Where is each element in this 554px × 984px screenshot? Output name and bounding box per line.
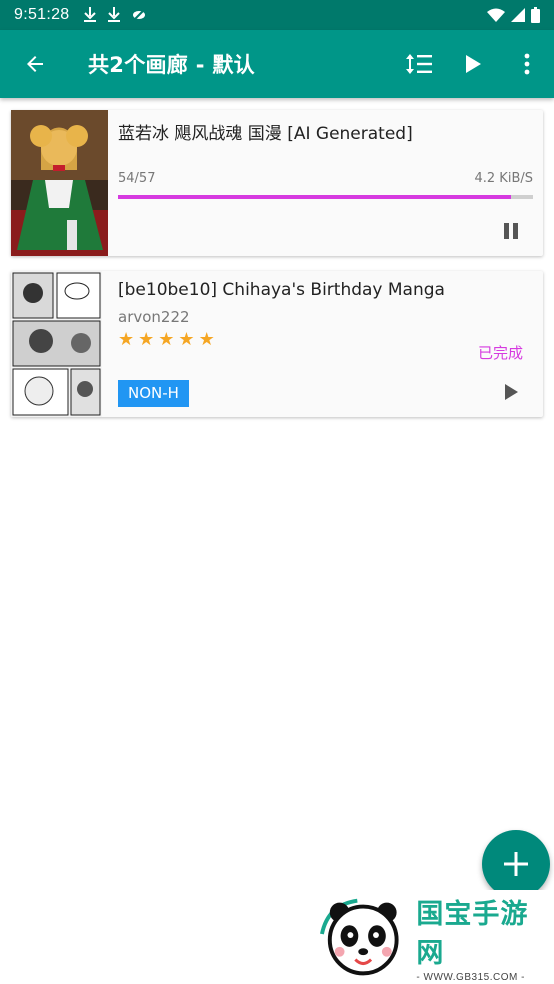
back-arrow-icon bbox=[27, 56, 43, 72]
watermark-url: - WWW.GB315.COM - bbox=[416, 971, 525, 983]
panda-logo-icon bbox=[320, 898, 399, 976]
watermark-name: 国宝手游网 bbox=[416, 898, 529, 969]
page-title: 共2个画廊 - 默认 bbox=[88, 53, 255, 77]
download-progress-bar bbox=[118, 195, 533, 199]
category-badge: NON-H bbox=[118, 380, 189, 407]
pause-button[interactable] bbox=[489, 214, 533, 248]
more-options-button[interactable] bbox=[500, 30, 554, 98]
start-button[interactable] bbox=[489, 375, 533, 409]
star-icon: ★ bbox=[138, 329, 155, 350]
more-vert-icon bbox=[524, 53, 530, 75]
download-item[interactable]: [be10be10] Chihaya's Birthday Manga arvo… bbox=[11, 271, 543, 417]
star-icon: ★ bbox=[158, 329, 175, 350]
wifi-icon bbox=[487, 8, 505, 22]
download-done-icon bbox=[84, 7, 97, 22]
star-icon: ★ bbox=[118, 329, 135, 350]
add-icon bbox=[504, 852, 528, 876]
pause-icon bbox=[504, 223, 518, 239]
star-icon: ★ bbox=[198, 329, 215, 350]
status-bar: 9:51:28 bbox=[0, 0, 554, 30]
gallery-title: 蓝若冰 飓风战魂 国漫 [AI Generated] bbox=[118, 124, 413, 144]
battery-icon bbox=[531, 7, 540, 23]
download-speed: 4.2 KiB/S bbox=[474, 171, 534, 186]
gallery-uploader: arvon222 bbox=[118, 308, 190, 326]
status-time: 9:51:28 bbox=[14, 6, 70, 23]
start-all-button[interactable] bbox=[446, 30, 500, 98]
gallery-title: [be10be10] Chihaya's Birthday Manga bbox=[118, 280, 445, 300]
download-icon bbox=[108, 7, 121, 22]
app-bar: 共2个画廊 - 默认 bbox=[0, 30, 554, 98]
eye-off-icon bbox=[132, 8, 147, 22]
rating-stars: ★ ★ ★ ★ ★ bbox=[118, 331, 215, 349]
sort-button[interactable] bbox=[392, 30, 446, 98]
download-state: 已完成 bbox=[477, 344, 523, 362]
gallery-thumbnail[interactable] bbox=[11, 271, 108, 417]
sort-icon bbox=[406, 54, 432, 74]
play-icon bbox=[466, 55, 481, 73]
play-icon bbox=[505, 384, 518, 400]
gallery-thumbnail[interactable] bbox=[11, 110, 108, 256]
download-progress-text: 54/57 bbox=[118, 171, 156, 186]
download-progress-fill bbox=[118, 195, 511, 199]
back-button[interactable] bbox=[0, 30, 70, 98]
cell-signal-icon bbox=[511, 8, 525, 22]
download-item[interactable]: 蓝若冰 飓风战魂 国漫 [AI Generated] 54/57 4.2 KiB… bbox=[11, 110, 543, 256]
add-download-button[interactable] bbox=[482, 830, 550, 898]
watermark: 国宝手游网 - WWW.GB315.COM - bbox=[302, 890, 554, 984]
star-icon: ★ bbox=[178, 329, 195, 350]
